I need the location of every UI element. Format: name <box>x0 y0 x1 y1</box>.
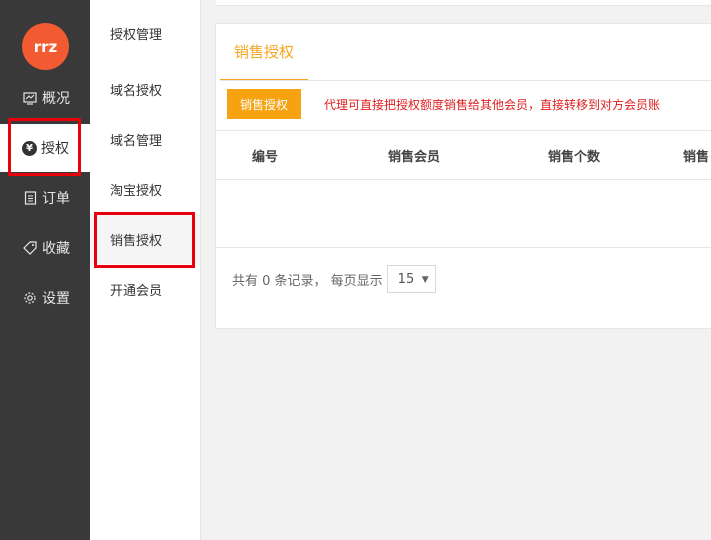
sub-nav-item-label: 域名管理 <box>110 133 163 149</box>
left-nav: rrz 概况 ¥ 授权 订单 收藏 设置 <box>0 0 90 540</box>
nav-item-label: 订单 <box>42 191 70 207</box>
top-bar <box>216 0 711 6</box>
page-size-select[interactable]: 15 ▼ <box>386 265 436 293</box>
column-header-sales-extra: 销售 <box>683 149 710 165</box>
sub-nav-item-domain-management[interactable]: 域名管理 <box>90 114 200 164</box>
column-header-id: 编号 <box>252 149 279 165</box>
sub-nav-item-open-membership[interactable]: 开通会员 <box>90 264 200 314</box>
nav-item-overview[interactable]: 概况 <box>0 74 90 122</box>
nav-item-label: 收藏 <box>42 241 70 257</box>
nav-item-settings[interactable]: 设置 <box>0 274 90 322</box>
table-empty-body-divider <box>216 247 711 248</box>
sub-nav-item-domain-authorization[interactable]: 域名授权 <box>90 64 200 114</box>
sub-nav-item-authorization-management[interactable]: 授权管理 <box>90 8 200 58</box>
nav-item-label: 概况 <box>42 91 70 107</box>
sub-nav-item-label: 淘宝授权 <box>110 183 163 199</box>
tab-sales-authorization[interactable]: 销售授权 <box>220 24 308 81</box>
sub-nav-item-label: 域名授权 <box>110 83 163 99</box>
pagination-summary: 共有 0 条记录， 每页显示 <box>232 273 383 289</box>
column-header-sales-member: 销售会员 <box>388 149 441 165</box>
sub-nav-item-sales-authorization[interactable]: 销售授权 <box>90 214 200 264</box>
content-card: 销售授权 销售授权 代理可直接把授权额度销售给其他会员，直接转移到对方会员账 编… <box>215 23 711 329</box>
yen-icon: ¥ <box>22 140 37 156</box>
pagination: 共有 0 条记录， 每页显示 15 ▼ <box>232 265 436 293</box>
nav-item-favorites[interactable]: 收藏 <box>0 224 90 272</box>
tab-divider <box>220 80 711 81</box>
logo[interactable]: rrz <box>22 23 69 70</box>
table-header: 编号 销售会员 销售个数 销售 <box>216 130 711 180</box>
nav-item-label: 授权 <box>41 141 69 157</box>
sub-nav-item-label: 销售授权 <box>110 233 163 249</box>
gear-icon <box>22 290 38 306</box>
sub-nav-item-taobao-authorization[interactable]: 淘宝授权 <box>90 164 200 214</box>
document-icon <box>22 190 38 206</box>
caret-down-icon: ▼ <box>421 275 429 285</box>
dashboard-icon <box>22 90 38 106</box>
nav-item-authorization[interactable]: ¥ 授权 <box>0 124 90 172</box>
nav-item-orders[interactable]: 订单 <box>0 174 90 222</box>
page-size-value: 15 <box>397 271 415 287</box>
notice-text: 代理可直接把授权额度销售给其他会员，直接转移到对方会员账 <box>324 97 661 112</box>
nav-item-label: 设置 <box>42 291 70 307</box>
sub-nav: 授权管理 域名授权 域名管理 淘宝授权 销售授权 开通会员 <box>90 0 201 540</box>
sub-nav-item-label: 授权管理 <box>110 27 163 43</box>
sales-authorization-button[interactable]: 销售授权 <box>227 89 301 119</box>
column-header-sales-count: 销售个数 <box>548 149 601 165</box>
tag-icon <box>22 240 38 256</box>
sub-nav-item-label: 开通会员 <box>110 283 163 299</box>
